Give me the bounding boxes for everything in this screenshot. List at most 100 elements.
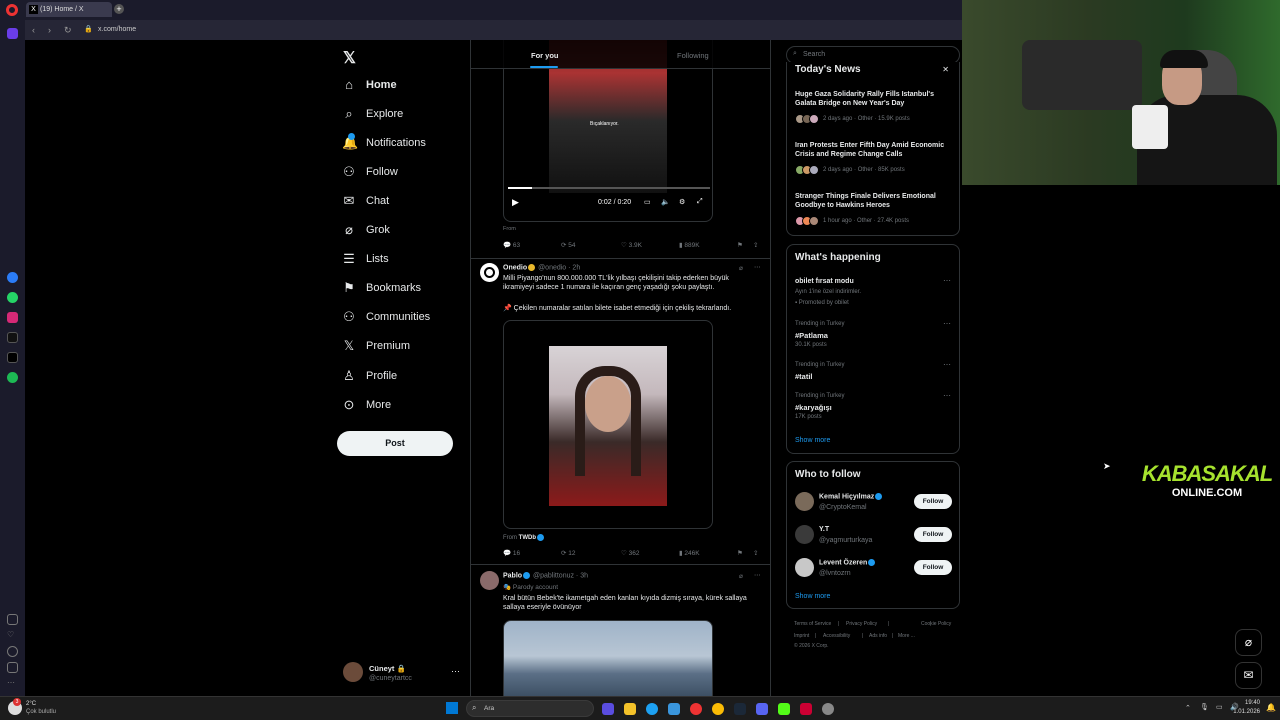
- tiktok-icon[interactable]: [7, 332, 18, 343]
- promoted-trend[interactable]: obilet fırsat modu: [795, 278, 854, 285]
- share-icon[interactable]: ⇪: [753, 549, 758, 557]
- grok-icon[interactable]: ⌀: [1235, 629, 1262, 656]
- news-headline[interactable]: Iran Protests Enter Fifth Day Amid Econo…: [795, 141, 950, 159]
- suggested-user-name[interactable]: Levent Özeren: [819, 559, 876, 566]
- captions-icon[interactable]: ▭: [644, 198, 651, 206]
- tab-for-you[interactable]: For you: [531, 51, 559, 60]
- nav-item-grok[interactable]: ⌀ Grok: [342, 219, 390, 241]
- tray-chevron-icon[interactable]: ⌃: [1185, 704, 1191, 712]
- nav-item-more[interactable]: ⊙ More: [342, 394, 392, 416]
- bookmark-icon[interactable]: ⚑: [737, 549, 743, 557]
- footer-link[interactable]: Cookie Policy: [921, 621, 951, 627]
- grok-icon[interactable]: ⌀: [739, 264, 743, 272]
- nav-item-profile[interactable]: ♙ Profile: [342, 365, 397, 387]
- copilot-icon[interactable]: [602, 703, 614, 715]
- heart-icon[interactable]: ♡: [7, 630, 18, 641]
- more-options-icon[interactable]: ⋯: [943, 391, 951, 400]
- follow-button[interactable]: Follow: [914, 527, 952, 542]
- footer-link[interactable]: Terms of Service: [794, 621, 831, 627]
- bookmark-icon[interactable]: ⚑: [737, 241, 743, 249]
- taskbar-search[interactable]: ⌕ Ara: [466, 700, 594, 717]
- more-options-icon[interactable]: ⋯: [943, 319, 951, 328]
- discord-icon[interactable]: [756, 703, 768, 715]
- news-headline[interactable]: Huge Gaza Solidarity Rally Fills Istanbu…: [795, 90, 950, 108]
- clock-date[interactable]: 1.01.2026: [1212, 709, 1260, 715]
- nav-item-chat[interactable]: ✉ Chat: [342, 190, 390, 212]
- apps-icon[interactable]: [7, 614, 18, 625]
- avatar[interactable]: [480, 571, 499, 590]
- more-options-icon[interactable]: ⋯: [943, 360, 951, 369]
- nav-item-home[interactable]: ⌂ Home: [342, 74, 397, 96]
- trend-tag[interactable]: #tatil: [795, 372, 813, 381]
- home-icon[interactable]: [7, 28, 18, 39]
- tweet-video[interactable]: [503, 320, 713, 529]
- tweet-image[interactable]: [503, 620, 713, 696]
- tab-following[interactable]: Following: [677, 51, 709, 60]
- tweet-author[interactable]: Onedio @onedio · 2h: [503, 264, 580, 271]
- reload-icon[interactable]: ↻: [64, 25, 72, 36]
- follow-button[interactable]: Follow: [914, 560, 952, 575]
- avatar[interactable]: [795, 558, 814, 577]
- grok-icon[interactable]: ⌀: [739, 572, 743, 580]
- x-logo-icon[interactable]: 𝕏: [343, 48, 356, 68]
- mic-icon[interactable]: 🎙: [1200, 703, 1209, 711]
- clock-time[interactable]: 19:40: [1212, 700, 1260, 706]
- reply-button[interactable]: 💬 16: [503, 549, 520, 557]
- trend-tag[interactable]: #Patlama: [795, 331, 828, 340]
- forward-icon[interactable]: ›: [48, 25, 51, 35]
- new-tab-button[interactable]: +: [114, 4, 124, 14]
- instagram-icon[interactable]: [7, 312, 18, 323]
- like-button[interactable]: ♡ 3.9K: [621, 241, 642, 249]
- nav-item-explore[interactable]: ⌕ Explore: [342, 103, 403, 125]
- fullscreen-icon[interactable]: ⤢: [697, 198, 703, 206]
- more-options-icon[interactable]: ⋯: [754, 571, 761, 579]
- footer-link[interactable]: Accessibility: [823, 633, 850, 639]
- nav-item-lists[interactable]: ☰ Lists: [342, 248, 388, 270]
- messenger-icon[interactable]: [7, 272, 18, 283]
- suggested-user-name[interactable]: Kemal Hiçyılmaz: [819, 493, 883, 500]
- messages-icon[interactable]: ✉: [1235, 662, 1262, 689]
- whatsapp-icon[interactable]: [7, 292, 18, 303]
- reply-button[interactable]: 💬 63: [503, 241, 520, 249]
- video-progress-track[interactable]: [508, 187, 710, 189]
- close-icon[interactable]: ✕: [942, 65, 949, 74]
- spotify-icon[interactable]: [7, 372, 18, 383]
- volume-icon[interactable]: 🔈: [661, 198, 670, 206]
- url-field[interactable]: x.com/home: [98, 26, 136, 33]
- views-button[interactable]: ▮ 889K: [679, 241, 700, 249]
- steam-icon[interactable]: [734, 703, 746, 715]
- settings-icon[interactable]: [822, 703, 834, 715]
- nav-item-bookmarks[interactable]: ⚑ Bookmarks: [342, 277, 421, 299]
- back-icon[interactable]: ‹: [32, 25, 35, 35]
- tweet-author[interactable]: Pablo @pablittonuz · 3h: [503, 572, 588, 579]
- opera-icon[interactable]: [690, 703, 702, 715]
- play-icon[interactable]: ▶: [512, 197, 519, 208]
- avatar[interactable]: [795, 525, 814, 544]
- like-button[interactable]: ♡ 362: [621, 549, 640, 557]
- footer-link[interactable]: Imprint: [794, 633, 809, 639]
- news-headline[interactable]: Stranger Things Finale Delivers Emotiona…: [795, 192, 950, 210]
- avatar[interactable]: [795, 492, 814, 511]
- follow-button[interactable]: Follow: [914, 494, 952, 509]
- edge-icon[interactable]: [646, 703, 658, 715]
- browser-tab[interactable]: X (19) Home / X: [26, 2, 112, 17]
- share-icon[interactable]: ⇪: [753, 241, 758, 249]
- repost-button[interactable]: ⟳ 12: [561, 549, 576, 557]
- obs-icon[interactable]: [800, 703, 812, 715]
- show-more-link[interactable]: Show more: [795, 593, 830, 600]
- account-menu-icon[interactable]: ⋯: [451, 666, 460, 677]
- footer-link[interactable]: © 2026 X Corp.: [794, 643, 829, 649]
- show-more-link[interactable]: Show more: [795, 437, 830, 444]
- opera-logo-icon[interactable]: [6, 4, 18, 16]
- x-icon[interactable]: [7, 352, 18, 363]
- chrome-icon[interactable]: [712, 703, 724, 715]
- history-icon[interactable]: [7, 646, 18, 657]
- more-icon[interactable]: ⋯: [7, 678, 18, 689]
- timeline[interactable]: For you Following Bıçaklanıyor. ▶ 0:02 /…: [470, 40, 771, 696]
- nav-item-follow[interactable]: ⚇ Follow: [342, 161, 398, 183]
- kick-icon[interactable]: [778, 703, 790, 715]
- footer-link[interactable]: More ...: [898, 633, 915, 639]
- nav-item-notifications[interactable]: 🔔 Notifications: [342, 132, 426, 154]
- more-options-icon[interactable]: ⋯: [943, 276, 951, 285]
- avatar[interactable]: [343, 662, 363, 682]
